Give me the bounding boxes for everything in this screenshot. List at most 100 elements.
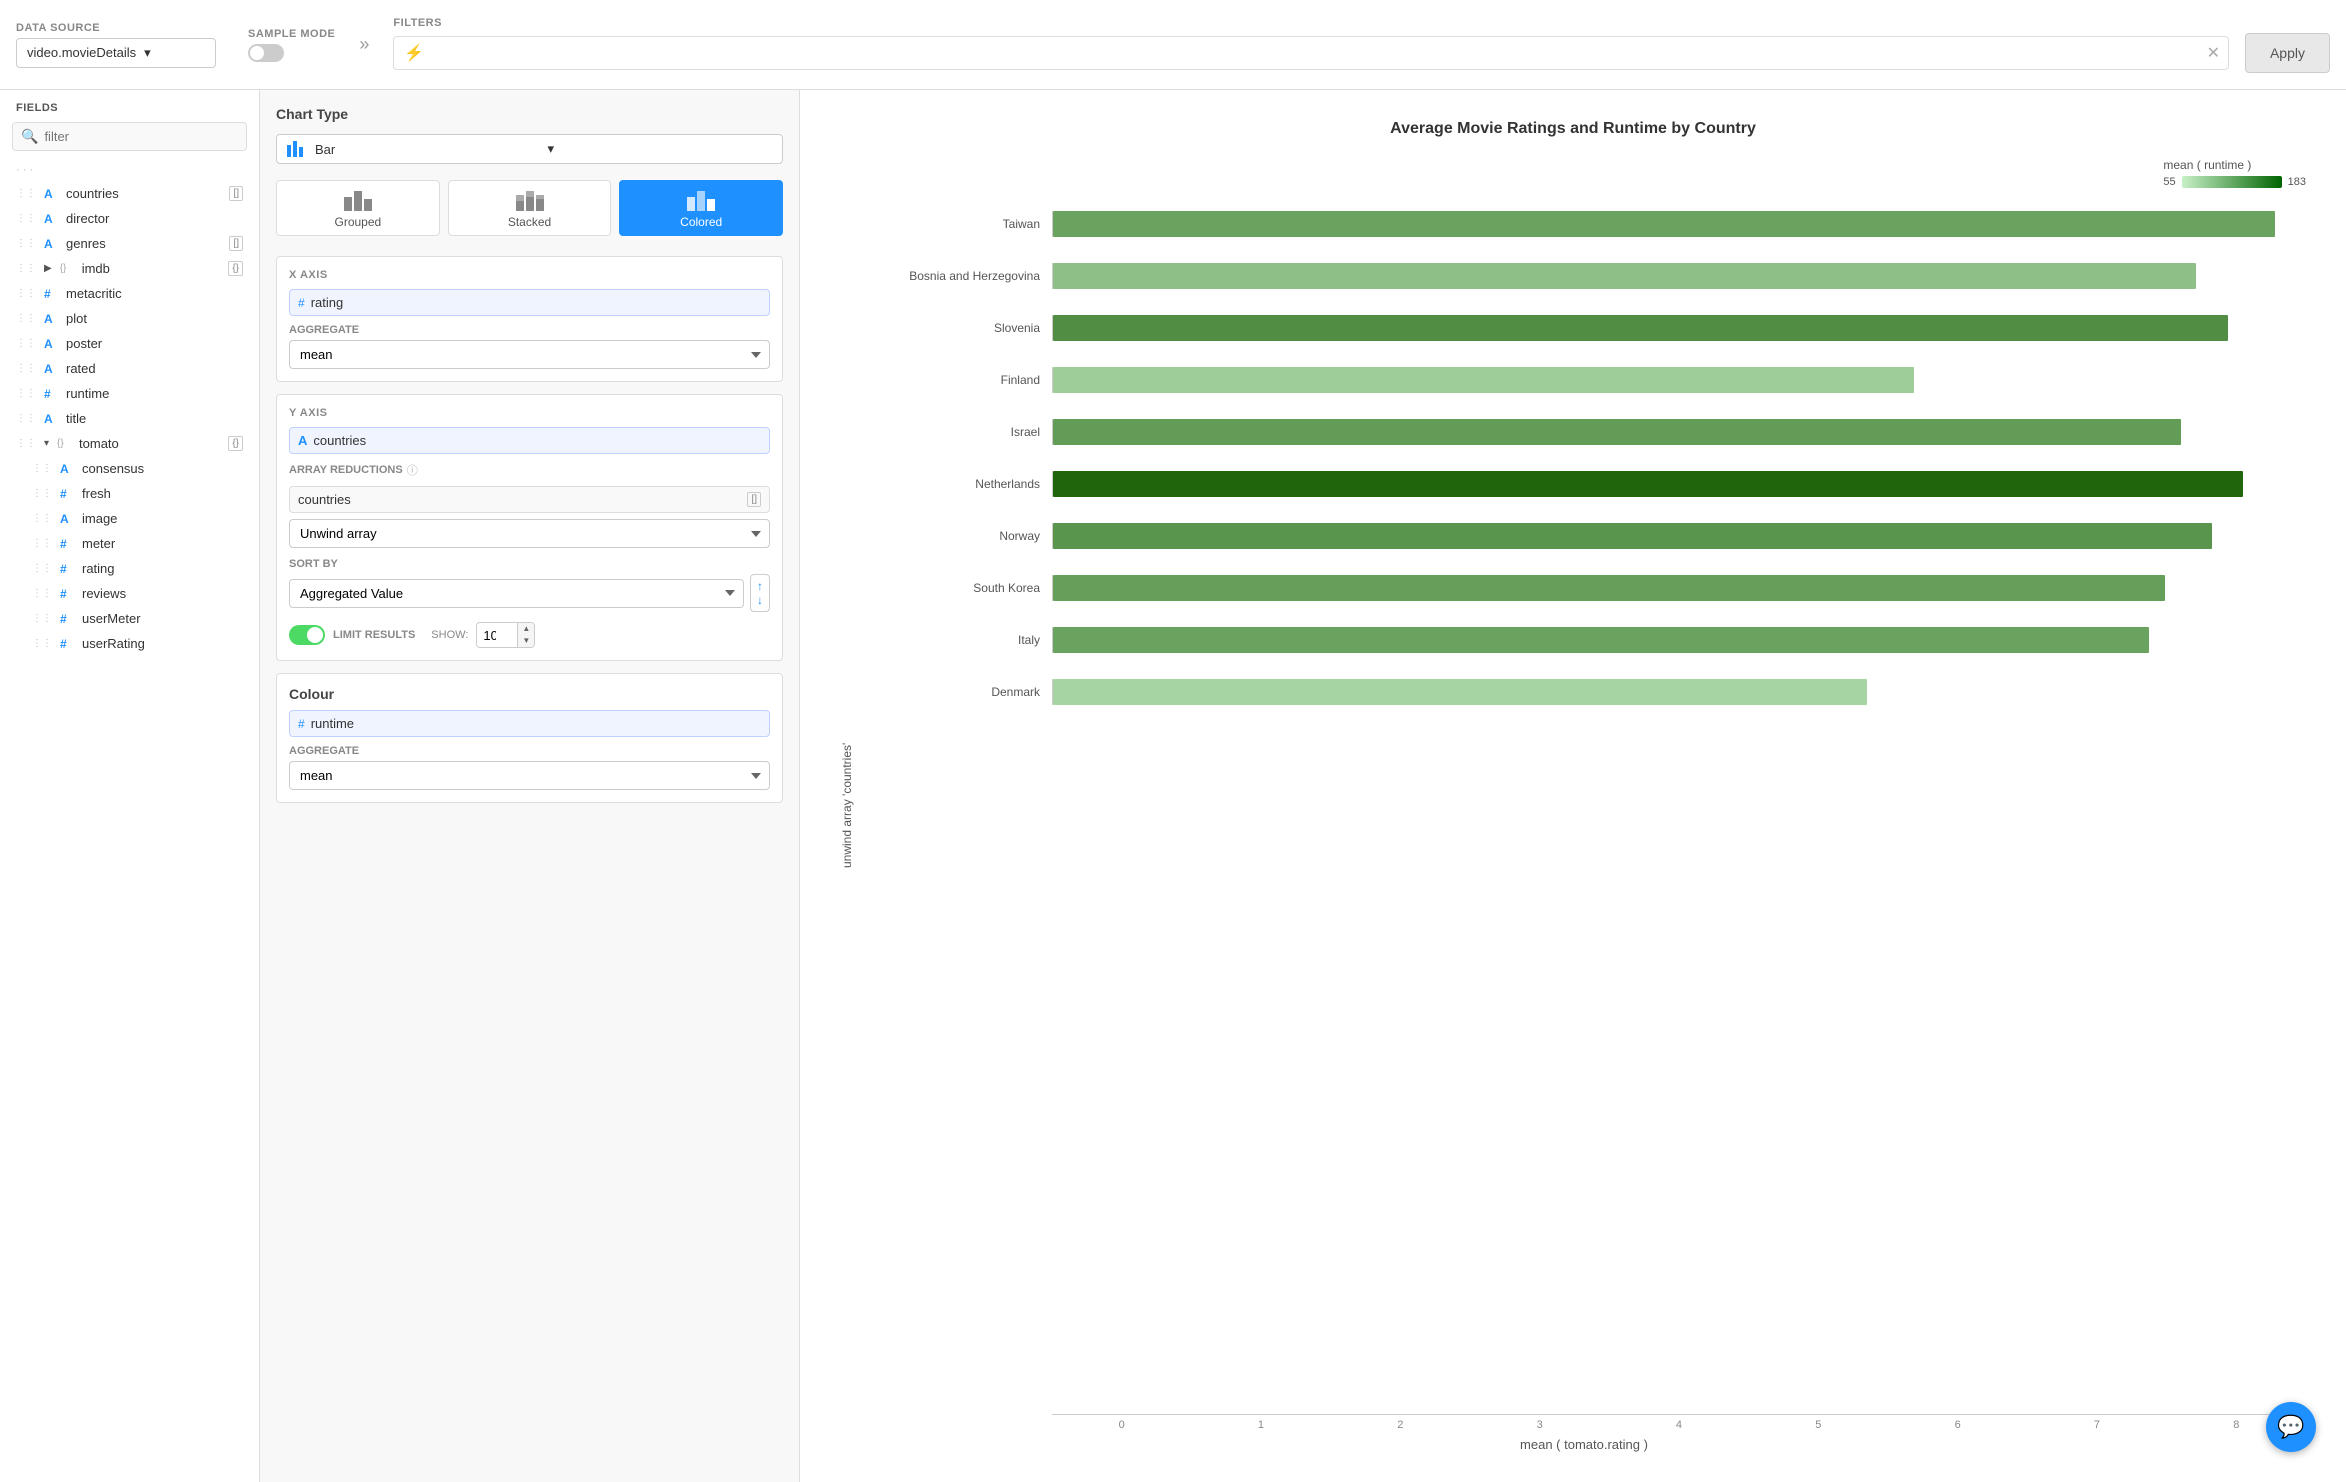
- clear-filter-icon[interactable]: ✕: [2207, 43, 2220, 63]
- info-icon[interactable]: ⓘ: [407, 462, 418, 478]
- chart-bar-area: [1052, 471, 2306, 497]
- group-toggle-icon[interactable]: ▶: [44, 263, 52, 274]
- y-axis-title: Y Axis: [289, 407, 770, 419]
- y-field-pill[interactable]: A countries: [289, 427, 770, 454]
- variant-stacked-btn[interactable]: Stacked: [448, 180, 612, 236]
- filters-input[interactable]: ⚡ ✕: [393, 36, 2229, 70]
- field-item-metacritic[interactable]: ⋮⋮#metacritic: [0, 281, 259, 306]
- chart-area: Average Movie Ratings and Runtime by Cou…: [800, 90, 2346, 1482]
- hash-field-icon: #: [60, 637, 76, 651]
- string-field-icon: A: [44, 237, 60, 251]
- hash-field-icon: #: [60, 612, 76, 626]
- search-icon: 🔍: [21, 128, 38, 145]
- string-field-icon: A: [44, 187, 60, 201]
- colour-field-pill[interactable]: # runtime: [289, 710, 770, 737]
- chart-variant-row: Grouped Stacked Color: [276, 180, 783, 236]
- colour-aggregate-select[interactable]: mean: [289, 761, 770, 790]
- variant-grouped-btn[interactable]: Grouped: [276, 180, 440, 236]
- x-aggregate-select[interactable]: mean: [289, 340, 770, 369]
- drag-handle-icon: ⋮⋮: [16, 438, 36, 449]
- field-name-label: metacritic: [66, 286, 243, 301]
- chart-type-select[interactable]: Bar ▾: [276, 134, 783, 164]
- chart-bar: [1053, 575, 2165, 601]
- array-field-badge: []: [747, 492, 761, 507]
- field-item-consensus[interactable]: ⋮⋮Aconsensus: [0, 456, 259, 481]
- field-item-userMeter[interactable]: ⋮⋮#userMeter: [0, 606, 259, 631]
- show-spinners: ▲ ▼: [517, 623, 534, 647]
- field-item-director[interactable]: ⋮⋮Adirector: [0, 206, 259, 231]
- x-tick: 2: [1331, 1419, 1470, 1431]
- field-item-plot[interactable]: ⋮⋮Aplot: [0, 306, 259, 331]
- variant-colored-btn[interactable]: Colored: [619, 180, 783, 236]
- fields-search-input[interactable]: [44, 129, 238, 144]
- x-aggregate-label: AGGREGATE: [289, 324, 770, 336]
- show-increment-btn[interactable]: ▲: [518, 623, 534, 635]
- chart-title: Average Movie Ratings and Runtime by Cou…: [840, 120, 2306, 138]
- limit-row: LIMIT RESULTS SHOW: ▲ ▼: [289, 622, 770, 648]
- variant-grouped-label: Grouped: [334, 215, 381, 229]
- field-name-label: image: [82, 511, 243, 526]
- bar-chart-icon: [287, 141, 307, 157]
- drag-handle-icon: ⋮⋮: [32, 463, 52, 474]
- filters-label: Filters: [393, 17, 2330, 29]
- chart-bar-row: Bosnia and Herzegovina: [862, 250, 2306, 302]
- drag-handle-icon: ⋮⋮: [32, 538, 52, 549]
- field-name-label: title: [66, 411, 243, 426]
- field-item-fresh[interactable]: ⋮⋮#fresh: [0, 481, 259, 506]
- field-item-title[interactable]: ⋮⋮Atitle: [0, 406, 259, 431]
- unwind-select[interactable]: Unwind array: [289, 519, 770, 548]
- sort-select[interactable]: Aggregated Value: [289, 579, 744, 608]
- drag-handle-icon: ⋮⋮: [16, 263, 36, 274]
- drag-handle-icon: ⋮⋮: [32, 563, 52, 574]
- field-name-label: imdb: [82, 261, 223, 276]
- field-item-image[interactable]: ⋮⋮Aimage: [0, 506, 259, 531]
- group-toggle-icon[interactable]: ▾: [44, 438, 49, 449]
- field-item-poster[interactable]: ⋮⋮Aposter: [0, 331, 259, 356]
- sample-mode-toggle-row: [248, 44, 335, 62]
- show-input[interactable]: ▲ ▼: [476, 622, 535, 648]
- field-item-imdb[interactable]: ⋮⋮▶{}imdb{}: [0, 256, 259, 281]
- sample-mode-label: Sample Mode: [248, 28, 335, 40]
- show-decrement-btn[interactable]: ▼: [518, 635, 534, 647]
- x-field-name: rating: [311, 295, 344, 310]
- field-name-label: userMeter: [82, 611, 243, 626]
- field-item-genres[interactable]: ⋮⋮Agenres[]: [0, 231, 259, 256]
- x-tick: 6: [1888, 1419, 2027, 1431]
- datasource-label: Data Source: [16, 22, 216, 34]
- field-item-countries[interactable]: ⋮⋮Acountries[]: [0, 181, 259, 206]
- chat-button[interactable]: 💬: [2266, 1402, 2316, 1452]
- field-name-label: reviews: [82, 586, 243, 601]
- field-type-badge: {}: [228, 436, 243, 451]
- chart-bar: [1053, 679, 1867, 705]
- drag-handle-icon: ⋮⋮: [16, 363, 36, 374]
- x-tick: 7: [2027, 1419, 2166, 1431]
- show-number-input[interactable]: [477, 624, 517, 647]
- field-item-userRating[interactable]: ⋮⋮#userRating: [0, 631, 259, 656]
- drag-handle-icon: ⋮⋮: [32, 488, 52, 499]
- field-item-rating[interactable]: ⋮⋮#rating: [0, 556, 259, 581]
- x-field-pill[interactable]: # rating: [289, 289, 770, 316]
- array-field-name: countries: [298, 492, 741, 507]
- chart-bar-area: [1052, 315, 2306, 341]
- fields-header: FIELDS: [0, 90, 259, 122]
- x-tick: 4: [1609, 1419, 1748, 1431]
- field-item-meter[interactable]: ⋮⋮#meter: [0, 531, 259, 556]
- field-item-tomato[interactable]: ⋮⋮▾{}tomato{}: [0, 431, 259, 456]
- apply-button[interactable]: Apply: [2245, 33, 2330, 73]
- chart-bar-row: Taiwan: [862, 198, 2306, 250]
- colored-icon: [687, 191, 715, 211]
- field-item-rated[interactable]: ⋮⋮Arated: [0, 356, 259, 381]
- sample-mode-toggle[interactable]: [248, 44, 284, 62]
- y-field-icon: A: [298, 433, 307, 448]
- drag-handle-icon: ⋮⋮: [16, 213, 36, 224]
- field-item-runtime[interactable]: ⋮⋮#runtime: [0, 381, 259, 406]
- chart-bar-area: [1052, 211, 2306, 237]
- field-name-label: plot: [66, 311, 243, 326]
- x-tick: 0: [1052, 1419, 1191, 1431]
- sort-direction-btn[interactable]: ↑ ↓: [750, 574, 770, 612]
- fields-search[interactable]: 🔍: [12, 122, 247, 151]
- datasource-select[interactable]: video.movieDetails ▾: [16, 38, 216, 68]
- field-item-reviews[interactable]: ⋮⋮#reviews: [0, 581, 259, 606]
- chart-bar-label: South Korea: [862, 581, 1052, 595]
- limit-toggle[interactable]: [289, 625, 325, 645]
